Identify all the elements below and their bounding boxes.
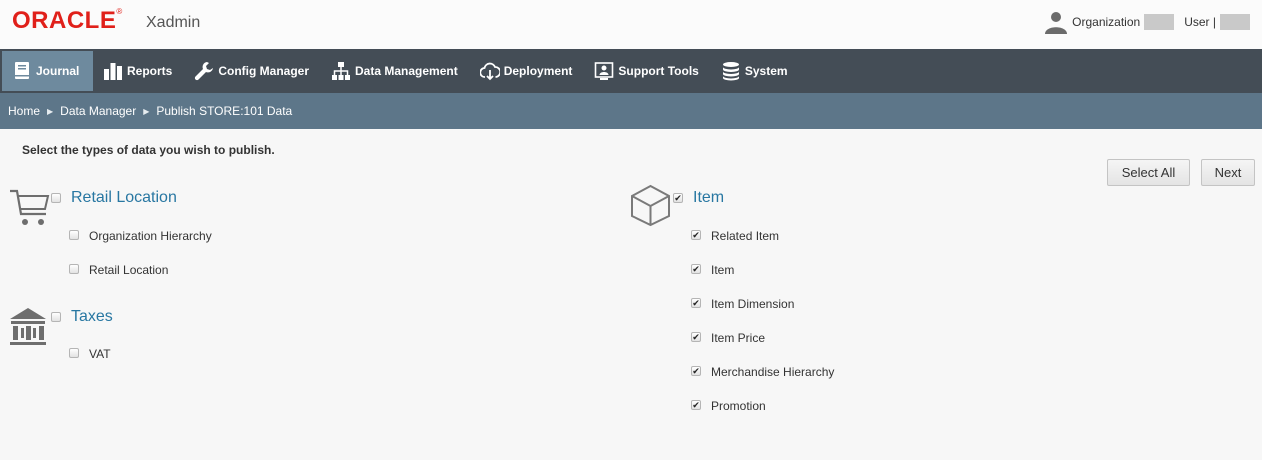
label-vat: VAT [89,347,111,361]
app-header: ORACLE® Xadmin Organization User | [0,0,1262,49]
nav-support-tools[interactable]: Support Tools [584,49,710,93]
label-merchandise-hierarchy: Merchandise Hierarchy [711,365,835,379]
checkbox-item[interactable]: ✔ [691,264,701,274]
user-info[interactable]: Organization User | [1044,10,1250,34]
group-title-item: Item [693,189,725,206]
user-label: User | [1184,15,1216,29]
bank-icon [10,308,46,345]
group-title-taxes: Taxes [71,308,113,325]
label-promotion: Promotion [711,399,766,413]
nav-data-management[interactable]: Data Management [321,49,470,93]
organization-label: Organization [1072,15,1141,29]
cart-icon [10,189,50,225]
app-name: Xadmin [146,14,201,31]
checkbox-retail-location[interactable] [69,264,79,274]
label-item: Item [711,263,735,277]
cloud-download-icon [479,62,500,81]
main-nav: Journal Reports Config Manager Data Mana… [0,49,1262,93]
breadcrumb-current: Publish STORE:101 Data [156,104,293,118]
breadcrumb-separator-icon: ▶ [143,106,150,116]
checkbox-retail-location-group[interactable] [51,193,61,203]
group-title-retail-location: Retail Location [71,189,177,206]
checkbox-merchandise-hierarchy[interactable]: ✔ [691,366,701,376]
hierarchy-icon [332,62,351,80]
nav-deployment[interactable]: Deployment [470,49,585,93]
breadcrumb: Home ▶ Data Manager ▶ Publish STORE:101 … [0,93,1262,129]
label-item-dimension: Item Dimension [711,297,795,311]
next-button[interactable]: Next [1201,159,1255,186]
breadcrumb-separator-icon: ▶ [47,106,54,116]
database-icon [722,62,739,81]
user-icon [1045,12,1068,34]
support-icon [595,62,614,80]
checkbox-item-dimension[interactable]: ✔ [691,298,701,308]
checkbox-related-item[interactable]: ✔ [691,230,701,240]
organization-value-redacted [1144,14,1175,30]
breadcrumb-data-manager[interactable]: Data Manager [60,104,136,118]
checkbox-item-price[interactable]: ✔ [691,332,701,342]
nav-config-manager[interactable]: Config Manager [184,49,321,93]
checkbox-taxes-group[interactable] [51,312,61,322]
checkbox-item-group[interactable]: ✔ [673,193,683,203]
breadcrumb-home[interactable]: Home [8,104,40,118]
checkbox-promotion[interactable]: ✔ [691,400,701,410]
label-retail-location: Retail Location [89,263,169,277]
box-icon [631,184,670,227]
label-item-price: Item Price [711,331,766,345]
nav-system[interactable]: System [711,49,800,93]
journal-icon [15,62,29,79]
checkbox-vat[interactable] [69,348,79,358]
select-all-button[interactable]: Select All [1107,159,1190,186]
checkbox-organization-hierarchy[interactable] [69,230,79,240]
page-instruction: Select the types of data you wish to pub… [22,143,275,157]
nav-journal[interactable]: Journal [2,51,93,91]
user-value-redacted [1220,14,1250,30]
label-organization-hierarchy: Organization Hierarchy [89,229,212,243]
nav-reports[interactable]: Reports [93,49,184,93]
bar-chart-icon [104,63,122,80]
wrench-icon [195,62,214,81]
label-related-item: Related Item [711,229,780,243]
oracle-logo: ORACLE® [12,7,123,34]
